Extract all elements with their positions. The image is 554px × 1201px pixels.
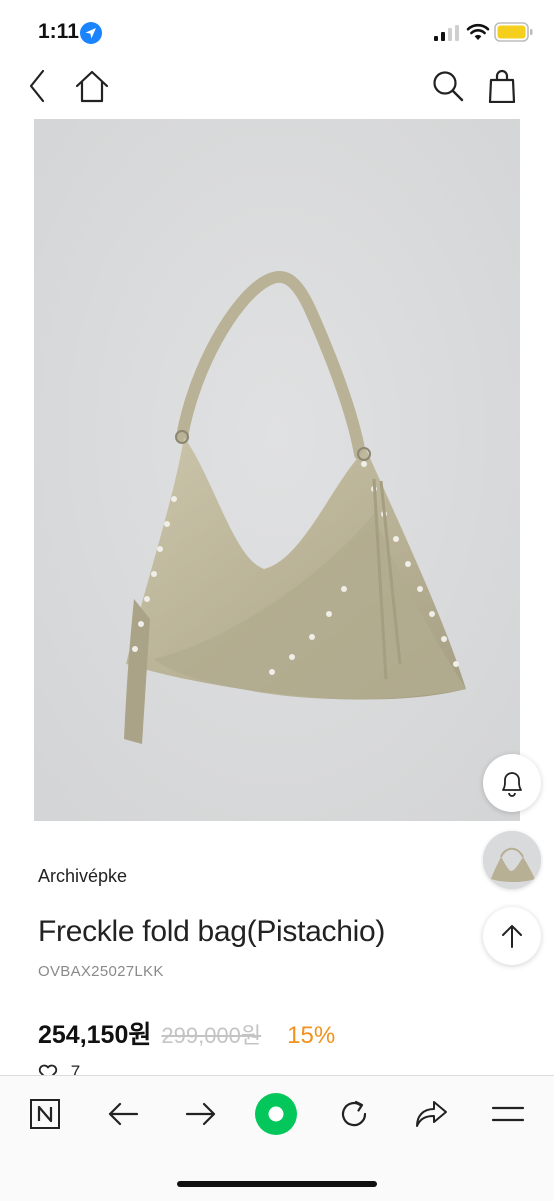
wifi-icon [466,23,490,40]
status-time: 1:11 [38,20,79,43]
original-price: 299,000원 [161,1023,262,1048]
bag-illustration [34,119,520,821]
forward-nav-button[interactable] [179,1092,223,1136]
product-code: OVBAX25027LKK [38,963,164,980]
home-button[interactable] [72,66,112,106]
home-indicator [177,1181,377,1187]
menu-icon [491,1106,525,1122]
cellular-signal-icon [434,25,459,41]
sale-price: 254,150원 [38,1021,152,1049]
search-icon [433,71,464,102]
bag-thumbnail-image [483,831,541,889]
product-title: Freckle fold bag(Pistachio) [38,915,386,948]
likes-row[interactable]: 7 [38,1062,80,1076]
share-button[interactable] [409,1092,453,1136]
back-icon [29,69,45,103]
arrow-up-icon [502,925,522,948]
naver-home-button[interactable] [23,1092,67,1136]
product-thumbnail[interactable] [483,831,541,889]
product-image[interactable] [34,119,520,821]
battery-icon [494,22,533,42]
naver-n-icon [30,1099,60,1129]
top-navigation [0,62,554,110]
bell-icon [502,772,522,797]
back-button[interactable] [18,66,58,106]
home-icon [75,70,109,103]
brand-name[interactable]: Archivépke [38,866,127,887]
share-icon [416,1101,447,1127]
location-arrow-icon [80,22,102,44]
scroll-top-button[interactable] [483,907,541,965]
arrow-left-icon [108,1102,139,1126]
naver-green-dot-icon [255,1093,297,1135]
refresh-icon [341,1100,367,1127]
arrow-right-icon [185,1102,216,1126]
discount-rate: 15% [287,1022,336,1049]
shopping-bag-icon [488,69,516,103]
likes-count: 7 [70,1062,81,1076]
menu-button[interactable] [486,1092,530,1136]
price-row: 254,150원 299,000원 15% [38,1015,335,1051]
search-button[interactable] [428,66,468,106]
status-bar: 1:11 [0,0,554,62]
cart-button[interactable] [482,66,522,106]
notification-button[interactable] [483,754,541,812]
back-nav-button[interactable] [101,1092,145,1136]
naver-green-button[interactable] [254,1092,298,1136]
refresh-button[interactable] [332,1092,376,1136]
